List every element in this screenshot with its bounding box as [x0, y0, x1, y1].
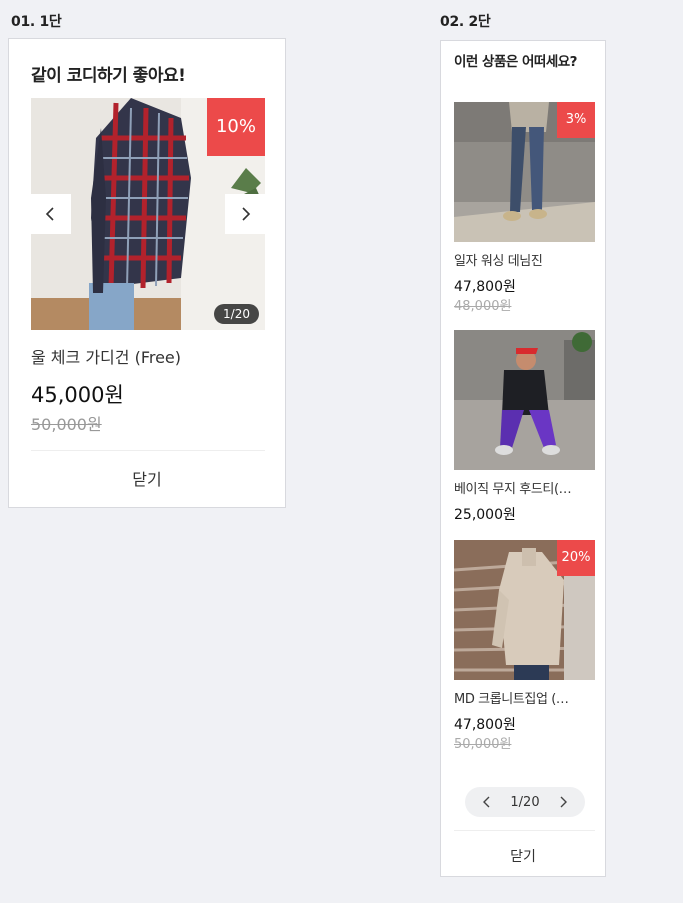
product-price: 45,000원	[31, 383, 124, 407]
product-image[interactable]	[454, 330, 595, 470]
prev-page-button[interactable]	[481, 796, 493, 808]
recommend-card-2col: 이런 상품은 어떠세요? 3% 일자 워싱 데님진 47,800원 48,000…	[440, 40, 606, 877]
product-name[interactable]: 일자 워싱 데님진	[454, 250, 595, 269]
card-title: 이런 상품은 어떠세요?	[454, 54, 578, 70]
recommend-card-1col: 같이 코디하기 좋아요! 10% 1/20 울 체크 가디건 (Free) 45…	[8, 38, 286, 508]
original-price: 48,000원	[454, 299, 512, 314]
discount-badge: 10%	[207, 98, 265, 156]
discount-badge: 3%	[557, 102, 595, 138]
product-name[interactable]: 베이직 무지 후드티(…	[454, 478, 595, 497]
card-title: 같이 코디하기 좋아요!	[31, 66, 186, 86]
chevron-right-icon	[560, 796, 567, 808]
discount-badge: 20%	[557, 540, 595, 576]
divider	[454, 830, 595, 831]
product-name[interactable]: MD 크롭니트집업 (…	[454, 688, 595, 707]
prev-button[interactable]	[31, 194, 71, 234]
section-label-1col: 01. 1단	[11, 14, 62, 30]
product-image[interactable]: 20%	[454, 540, 595, 680]
close-button[interactable]: 닫기	[9, 466, 285, 490]
chevron-left-icon	[45, 207, 54, 221]
original-price: 50,000원	[454, 737, 512, 752]
slide-counter: 1/20	[214, 304, 259, 324]
close-button[interactable]: 닫기	[441, 846, 605, 866]
section-label-2col: 02. 2단	[440, 14, 491, 30]
chevron-left-icon	[483, 796, 490, 808]
product-image[interactable]: 10% 1/20	[31, 98, 265, 330]
pagination: 1/20	[465, 787, 585, 817]
next-button[interactable]	[225, 194, 265, 234]
original-price: 50,000원	[31, 415, 102, 434]
next-page-button[interactable]	[557, 796, 569, 808]
product-name[interactable]: 울 체크 가디건 (Free)	[31, 344, 181, 368]
product-photo	[454, 330, 595, 470]
divider	[31, 450, 265, 451]
chevron-right-icon	[242, 207, 251, 221]
product-price: 47,800원	[454, 717, 516, 733]
product-price: 47,800원	[454, 279, 516, 295]
page-indicator: 1/20	[510, 794, 540, 810]
product-image[interactable]: 3%	[454, 102, 595, 242]
product-price: 25,000원	[454, 507, 516, 523]
